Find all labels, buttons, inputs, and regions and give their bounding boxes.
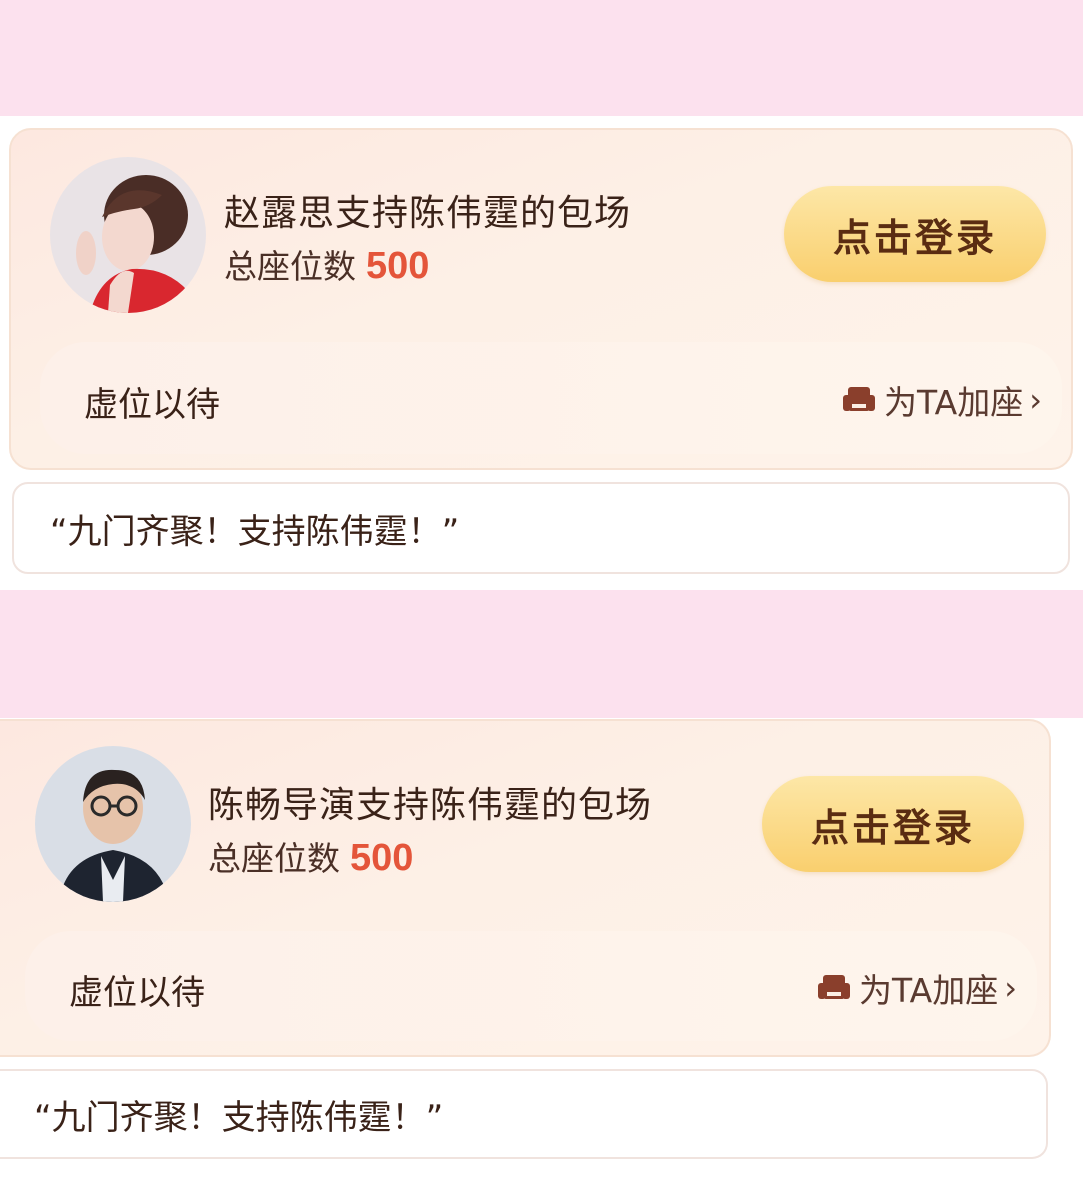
seat-total-count: 500 — [350, 837, 414, 879]
support-message-1: “九门齐聚！支持陈伟霆！” — [12, 482, 1070, 574]
booking-card-2: 陈畅导演支持陈伟霆的包场 总座位数 500 点击登录 虚位以待 为TA加座 › — [0, 719, 1051, 1057]
booking-card-1: 赵露思支持陈伟霆的包场 总座位数 500 点击登录 虚位以待 为TA加座 › — [9, 128, 1073, 470]
support-message-2: “九门齐聚！支持陈伟霆！” — [0, 1069, 1048, 1159]
sofa-icon — [817, 973, 851, 1003]
add-seat-label: 为TA加座 — [884, 383, 1024, 422]
vacant-seat-text: 虚位以待 — [84, 385, 220, 425]
seat-panel: 虚位以待 为TA加座 › — [40, 342, 1062, 454]
login-button[interactable]: 点击登录 — [762, 776, 1024, 872]
booking-title: 赵露思支持陈伟霆的包场 — [224, 193, 632, 234]
vacant-seat-text: 虚位以待 — [69, 973, 205, 1013]
seat-total-label: 总座位数 — [208, 839, 340, 878]
sofa-icon — [842, 385, 876, 415]
man-with-glasses-avatar[interactable] — [35, 746, 191, 902]
middle-pink-band — [0, 590, 1083, 718]
seat-total: 总座位数 500 — [224, 240, 429, 288]
chevron-right-icon: › — [1029, 381, 1042, 419]
add-seat-label: 为TA加座 — [859, 971, 999, 1010]
add-seat-link[interactable]: 为TA加座 › — [842, 376, 1042, 424]
seat-total: 总座位数 500 — [208, 832, 413, 880]
login-button[interactable]: 点击登录 — [784, 186, 1046, 282]
screenshot-root: 赵露思支持陈伟霆的包场 总座位数 500 点击登录 虚位以待 为TA加座 › “… — [0, 0, 1083, 1200]
add-seat-link[interactable]: 为TA加座 › — [817, 964, 1017, 1012]
top-pink-band — [0, 0, 1083, 116]
woman-portrait-avatar[interactable] — [50, 157, 206, 313]
chevron-right-icon: › — [1004, 969, 1017, 1007]
seat-total-label: 总座位数 — [224, 247, 356, 286]
booking-title: 陈畅导演支持陈伟霆的包场 — [208, 785, 653, 826]
seat-total-count: 500 — [366, 245, 430, 287]
seat-panel: 虚位以待 为TA加座 › — [25, 931, 1037, 1041]
